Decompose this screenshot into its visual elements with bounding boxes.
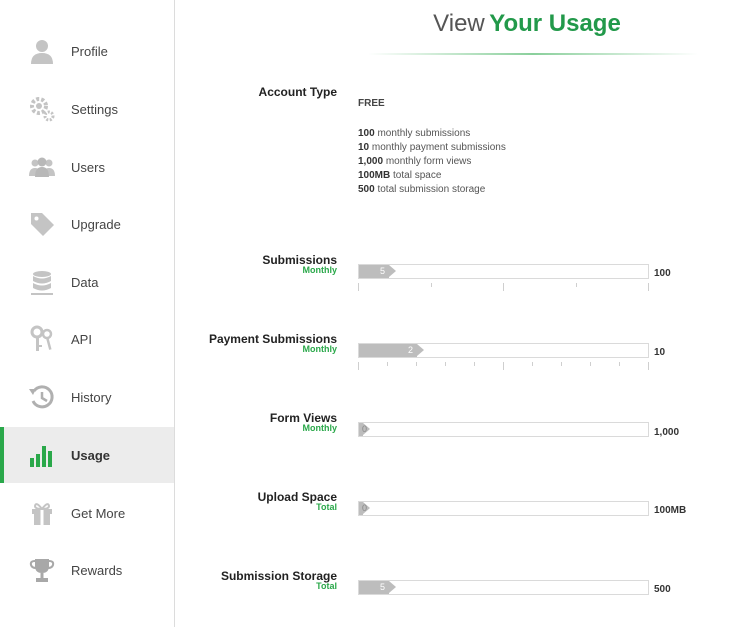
usage-tick <box>358 362 359 370</box>
limit-item: 100 monthly submissions <box>358 128 471 139</box>
page-title-highlight: Your Usage <box>489 10 621 37</box>
sidebar-item-get-more[interactable]: Get More <box>0 485 174 541</box>
gift-icon <box>32 503 52 525</box>
usage-ticks <box>358 283 649 293</box>
usage-tick <box>358 283 359 291</box>
usage-tick <box>590 362 591 366</box>
sidebar-item-rewards[interactable]: Rewards <box>0 542 174 598</box>
keys-icon <box>30 325 53 351</box>
usage-ticks <box>358 362 649 372</box>
sidebar-item-label: Users <box>71 159 105 175</box>
sidebar-item-label: API <box>71 331 92 347</box>
sidebar-item-label: Usage <box>71 447 111 463</box>
usage-bar: 2 <box>358 343 649 358</box>
usage-max: 100 <box>654 268 671 279</box>
account-type-value: FREE <box>358 98 385 109</box>
sidebar-item-data[interactable]: Data <box>0 254 174 310</box>
usage-tick <box>503 283 504 291</box>
usage-tick <box>648 283 649 291</box>
sidebar-item-label: Settings <box>71 101 118 117</box>
sidebar-item-label: Upgrade <box>71 216 121 232</box>
account-limits-list: 100 monthly submissions 10 monthly payme… <box>358 127 506 197</box>
usage-tick <box>648 362 649 370</box>
sidebar-item-api[interactable]: API <box>0 311 174 367</box>
usage-max: 1,000 <box>654 427 680 438</box>
usage-period: Monthly <box>302 344 338 354</box>
usage-bar-value: 0 <box>362 503 368 513</box>
usage-tick <box>431 283 432 287</box>
page-title: View Your Usage <box>364 10 690 38</box>
usage-max: 100MB <box>654 505 687 516</box>
sidebar-item-profile[interactable]: Profile <box>0 23 174 79</box>
sidebar-item-users[interactable]: Users <box>0 139 174 195</box>
sidebar-item-label: Data <box>71 274 99 290</box>
sidebar-item-label: Profile <box>71 43 108 59</box>
account-type-label: Account Type <box>258 85 337 99</box>
usage-tick <box>387 362 388 366</box>
usage-bar: 5 <box>358 580 649 595</box>
trophy-icon <box>29 559 55 582</box>
tag-icon <box>31 213 54 236</box>
sidebar-item-label: Rewards <box>71 562 123 578</box>
usage-period: Monthly <box>302 265 338 275</box>
usage-tick <box>619 362 620 366</box>
sidebar-item-upgrade[interactable]: Upgrade <box>0 196 174 252</box>
usage-period: Total <box>316 581 337 591</box>
usage-tick <box>416 362 417 366</box>
sidebar-item-settings[interactable]: Settings <box>0 81 174 137</box>
usage-tick <box>576 283 577 287</box>
usage-bar: 0 <box>358 501 649 516</box>
usage-bar-value: 5 <box>379 582 385 592</box>
limit-item: 100MB total space <box>358 170 442 181</box>
sidebar-item-usage[interactable]: Usage <box>0 427 174 483</box>
sidebar-item-label: History <box>71 389 112 405</box>
usage-period: Monthly <box>302 423 338 433</box>
usage-bar: 0 <box>358 422 649 437</box>
users-icon <box>29 157 55 177</box>
limit-item: 10 monthly payment submissions <box>358 142 506 153</box>
person-icon <box>31 40 53 64</box>
usage-tick <box>561 362 562 366</box>
bar-chart-icon <box>30 446 52 467</box>
usage-tick <box>445 362 446 366</box>
usage-bar-value: 2 <box>407 345 413 355</box>
usage-period: Total <box>316 502 337 512</box>
limit-item: 1,000 monthly form views <box>358 156 472 167</box>
usage-bar: 5 <box>358 264 649 279</box>
history-icon <box>29 385 54 409</box>
usage-max: 500 <box>654 584 671 595</box>
usage-tick <box>474 362 475 366</box>
usage-bar-value: 5 <box>379 266 385 276</box>
usage-tick <box>503 362 504 370</box>
sidebar-item-history[interactable]: History <box>0 369 174 425</box>
database-icon <box>31 271 53 295</box>
sidebar: Profile Settings Users Upgrade Data API … <box>0 0 175 627</box>
page-title-prefix: View <box>433 10 485 37</box>
sidebar-item-label: Get More <box>71 505 126 521</box>
title-divider <box>368 53 698 55</box>
gears-icon <box>30 97 55 122</box>
usage-tick <box>532 362 533 366</box>
usage-max: 10 <box>654 347 666 358</box>
usage-bar-value: 0 <box>362 424 368 434</box>
limit-item: 500 total submission storage <box>358 184 486 195</box>
